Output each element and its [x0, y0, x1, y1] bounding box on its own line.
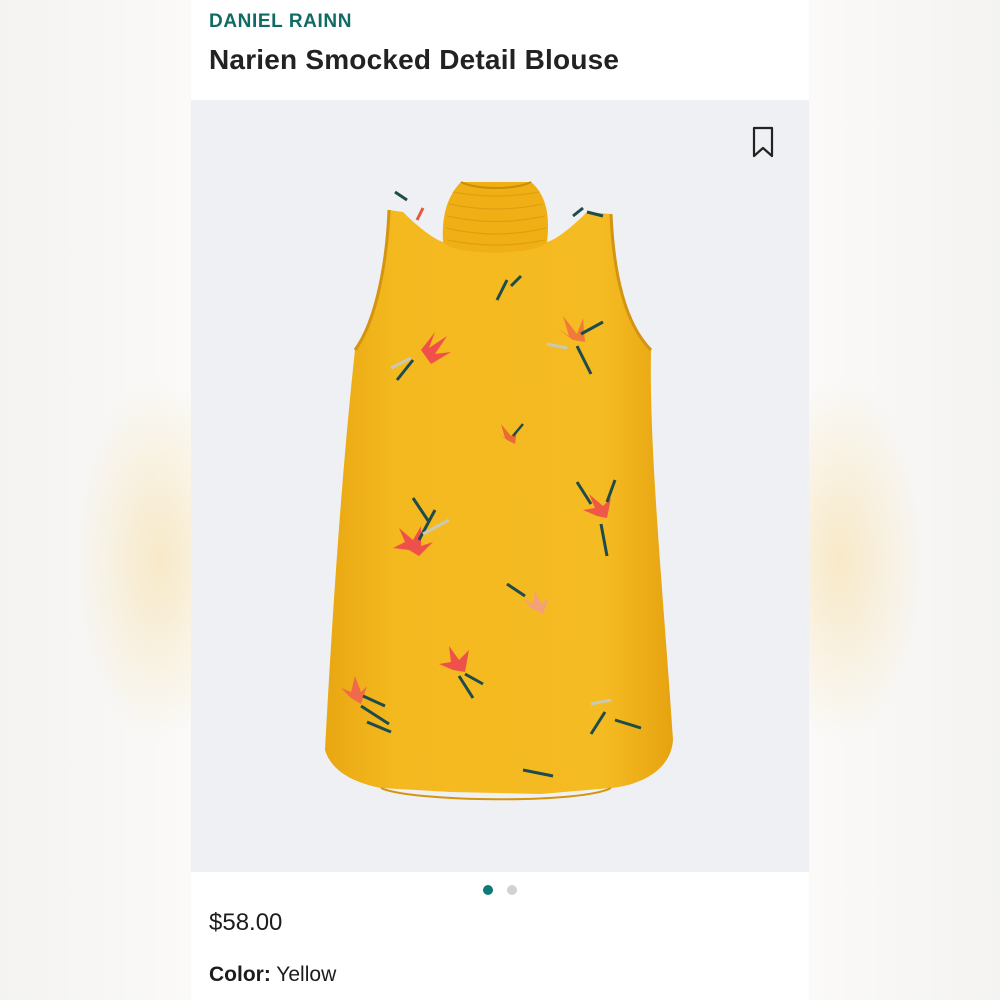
background-left-panel — [0, 0, 191, 1000]
product-price: $58.00 — [209, 909, 283, 936]
carousel-dot-2[interactable] — [507, 885, 517, 895]
brand-name[interactable]: DANIEL RAINN — [209, 11, 352, 33]
carousel-dot-1[interactable] — [483, 885, 493, 895]
product-color: Color: Yellow — [209, 963, 336, 987]
product-title: Narien Smocked Detail Blouse — [209, 44, 620, 75]
bookmark-icon[interactable] — [749, 125, 777, 159]
carousel-indicator — [191, 880, 809, 900]
color-label: Color: — [209, 963, 271, 986]
product-card: DANIEL RAINN Narien Smocked Detail Blous… — [191, 0, 809, 1000]
color-value: Yellow — [276, 963, 337, 986]
background-right-panel — [809, 0, 1000, 1000]
product-image — [325, 181, 673, 801]
product-image-carousel[interactable] — [191, 100, 809, 872]
product-header: DANIEL RAINN Narien Smocked Detail Blous… — [191, 0, 809, 100]
